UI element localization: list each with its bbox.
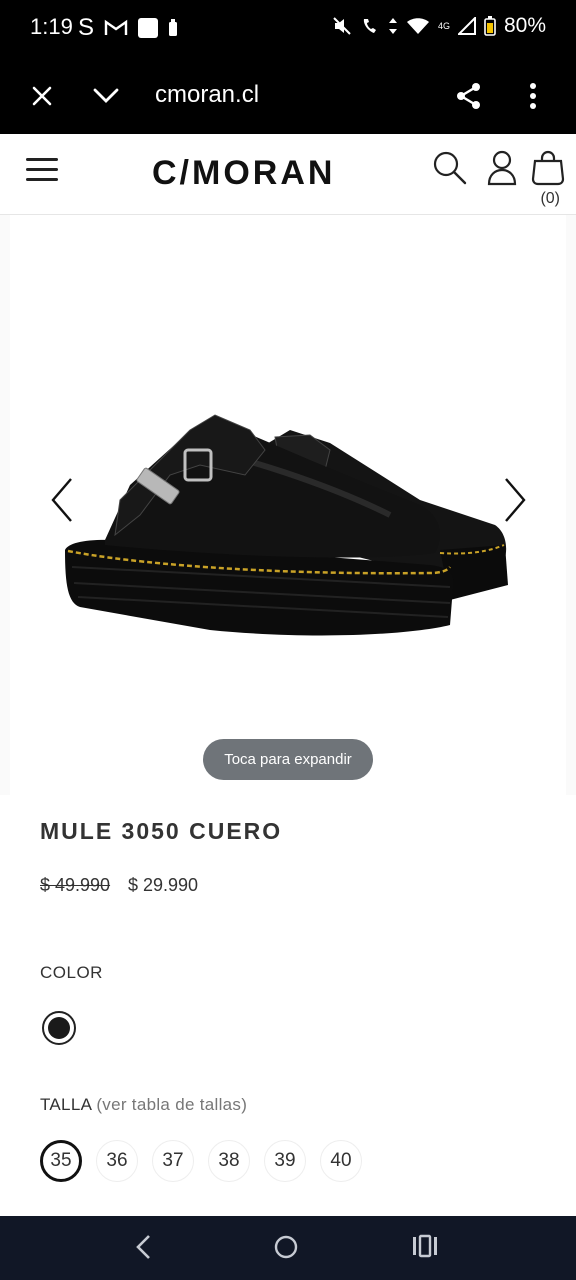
cart-count: (0) [540,190,560,207]
product-title: MULE 3050 CUERO [40,818,283,844]
site-header: C/MORAN (0) [0,134,576,215]
status-bar: 1:19 S 4G 80% [0,0,576,58]
collapse-button[interactable] [88,78,124,114]
expand-hint[interactable]: Toca para expandir [203,739,373,780]
size-label-row: TALLA (ver tabla de tallas) [40,1095,247,1115]
size-guide-link[interactable]: (ver tabla de tallas) [96,1095,247,1114]
search-icon[interactable] [432,150,468,186]
url-text[interactable]: cmoran.cl [155,81,259,109]
product-image[interactable] [10,215,566,795]
close-icon [32,86,52,106]
battery-small-icon [169,19,178,36]
size-option[interactable]: 38 [208,1140,250,1182]
size-option[interactable]: 39 [264,1140,306,1182]
cart-icon[interactable] [531,150,565,186]
back-icon[interactable] [134,1234,154,1260]
4g-icon: 4G [437,21,450,31]
size-label: TALLA [40,1095,92,1114]
battery-percent: 80% [503,14,546,37]
product-gallery [0,215,576,795]
home-icon[interactable] [273,1234,299,1260]
browser-toolbar: cmoran.cl [0,58,576,134]
more-button[interactable] [515,78,551,114]
shoe-image [65,414,508,636]
size-option[interactable]: 36 [96,1140,138,1182]
close-button[interactable] [24,78,60,114]
square-icon [138,18,159,38]
next-arrow-icon[interactable] [503,477,527,523]
size-options: 35 36 37 38 39 40 [40,1140,362,1182]
size-option[interactable]: 37 [152,1140,194,1182]
size-option[interactable]: 40 [320,1140,362,1182]
system-nav-bar [0,1216,576,1280]
data-icon [388,18,397,34]
sale-price: $ 29.990 [128,875,199,895]
size-option[interactable]: 35 [40,1140,82,1182]
prev-arrow-icon[interactable] [50,477,74,523]
site-logo[interactable]: C/MORAN [152,154,335,193]
chevron-down-icon [93,88,119,103]
signal-icon [457,17,476,35]
color-swatch-black[interactable] [42,1011,76,1045]
more-vert-icon [530,83,536,109]
wifi-call-icon [363,19,376,33]
mute-icon [333,17,351,35]
samsung-s-icon: S [78,14,95,41]
old-price: $ 49.990 [40,875,111,895]
color-label: COLOR [40,963,103,982]
battery-icon [484,16,496,36]
status-time: 1:19 [30,14,73,39]
gmail-icon [104,19,128,35]
recents-icon[interactable] [412,1234,438,1260]
share-icon [457,83,480,109]
menu-icon[interactable] [26,158,58,182]
wifi-icon [406,18,429,34]
user-icon[interactable] [486,150,518,186]
share-button[interactable] [451,78,487,114]
